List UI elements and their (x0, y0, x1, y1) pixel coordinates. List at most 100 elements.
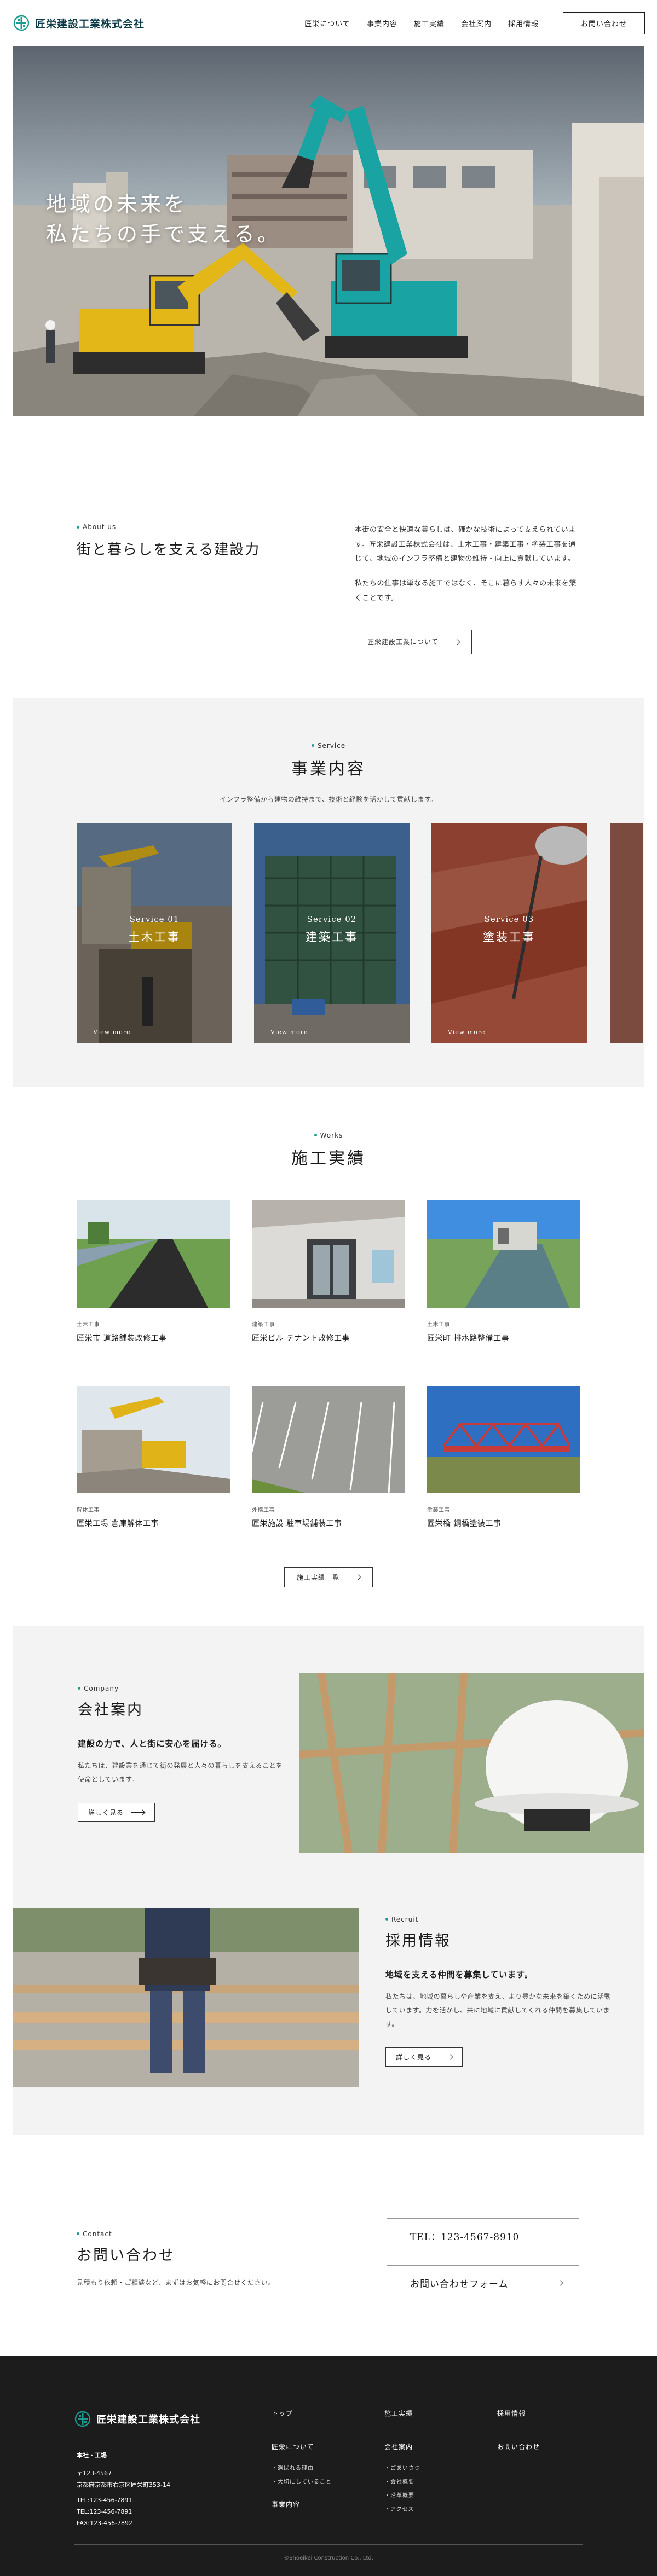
work-item-bridge-image (427, 1385, 580, 1493)
service-carousel: Service 01 土木工事 View more Service 02 建築工… (77, 823, 587, 1043)
nav-link-recruit[interactable]: 採用情報 (508, 18, 539, 28)
footer-nav-col-3: 採用情報 お問い合わせ (497, 2409, 540, 2463)
service-eyebrow-text: Service (317, 741, 346, 750)
service-eyebrow: Service (13, 742, 644, 750)
work-item-tenant-title: 匠栄ビル テナント改修工事 (252, 1333, 350, 1343)
service-card-painting-title: 塗装工事 (483, 930, 535, 944)
footer-link-overview[interactable]: ・会社概要 (384, 2477, 420, 2485)
dot-icon (78, 1687, 80, 1690)
about-paragraph-2: 私たちの仕事は単なる施工ではなく、そこに暮らす人々の未来を築くことです。 (355, 579, 577, 602)
footer-link-service[interactable]: 事業内容 (272, 2499, 332, 2509)
about-eyebrow: About us (77, 523, 260, 531)
recruit-body: 私たちは、地域の暮らしや産業を支え、より豊かな未来を築くために活動しています。力… (385, 1992, 612, 2028)
footer-link-greeting[interactable]: ・ごあいさつ (384, 2463, 420, 2471)
work-item-tenant-category: 建築工事 (252, 1321, 275, 1328)
footer-link-values[interactable]: ・大切にしていること (272, 2477, 332, 2485)
service-card-painting-number: Service 03 (484, 914, 534, 924)
about-eyebrow-text: About us (83, 523, 117, 531)
footer-link-company[interactable]: 会社案内 (384, 2442, 420, 2451)
dot-icon (314, 1134, 317, 1137)
dot-icon (311, 744, 314, 747)
contact-section: Contact お問い合わせ 見積もり依頼・ご相談など、まずはお気軽にお問合せく… (0, 2135, 657, 2356)
footer-fax: FAX:123-456-7892 (77, 2520, 133, 2527)
work-item-demolition-image (77, 1385, 230, 1493)
footer-link-contact[interactable]: お問い合わせ (497, 2442, 540, 2451)
recruit-lead: 地域を支える仲間を募集しています。 (385, 1969, 533, 1980)
company-eyebrow: Company (78, 1685, 286, 1692)
recruit-title: 採用情報 (385, 1932, 451, 1950)
work-item-demolition-title: 匠栄工場 倉庫解体工事 (77, 1519, 159, 1528)
work-item-tenant[interactable]: 建築工事 匠栄ビル テナント改修工事 (252, 1200, 405, 1343)
nav-link-service[interactable]: 事業内容 (367, 18, 397, 28)
contact-tel-link[interactable]: TEL：123-4567-8910 (387, 2218, 579, 2254)
logo-icon (74, 2411, 91, 2427)
recruit-more-button[interactable]: 詳しく見る (385, 2047, 463, 2067)
service-card-next-peek[interactable] (610, 823, 643, 1043)
work-item-road-category: 土木工事 (77, 1321, 100, 1328)
about-more-button[interactable]: 匠栄建設工業について (355, 630, 472, 654)
work-item-demolition[interactable]: 解体工事 匠栄工場 倉庫解体工事 (77, 1385, 230, 1529)
footer-zip: 〒123-4567 (77, 2469, 112, 2477)
work-item-road-title: 匠栄市 道路舗装改修工事 (77, 1333, 167, 1343)
footer-link-history[interactable]: ・沿革概要 (384, 2491, 420, 2499)
work-item-road[interactable]: 土木工事 匠栄市 道路舗装改修工事 (77, 1200, 230, 1343)
footer-nav-col-1: トップ 匠栄について ・選ばれる理由 ・大切にしていること 事業内容 (272, 2409, 332, 2509)
footer-link-reasons[interactable]: ・選ばれる理由 (272, 2463, 332, 2471)
work-item-bridge[interactable]: 塗装工事 匠栄橋 鋼橋塗装工事 (427, 1385, 580, 1529)
nav-link-company[interactable]: 会社案内 (461, 18, 492, 28)
nav-link-about[interactable]: 匠栄について (304, 18, 350, 28)
nav-link-works[interactable]: 施工実績 (414, 18, 445, 28)
contact-eyebrow: Contact (77, 2230, 275, 2238)
works-section: Works 施工実績 土木工事 匠栄市 道路舗装改修工事 建築工事 匠栄ビル テ… (0, 1087, 657, 1626)
footer-link-recruit[interactable]: 採用情報 (497, 2409, 540, 2418)
arrow-right-icon (131, 1812, 145, 1813)
about-more-button-label: 匠栄建設工業について (367, 638, 439, 646)
footer-address-line: 京都府京都市右京区匠栄町353-14 (77, 2481, 170, 2488)
service-card-civil-title: 土木工事 (128, 930, 181, 944)
work-item-drain[interactable]: 土木工事 匠栄町 排水路整備工事 (427, 1200, 580, 1343)
site-footer: 匠栄建設工業株式会社 本社・工場 〒123-4567 京都府京都市右京区匠栄町3… (0, 2355, 657, 2576)
service-card-civil[interactable]: Service 01 土木工事 View more (77, 823, 232, 1043)
footer-divider (74, 2544, 583, 2545)
footer-nav-col-2: 施工実績 会社案内 ・ごあいさつ ・会社概要 ・沿革概要 ・アクセス (384, 2409, 420, 2518)
logo-icon (13, 15, 30, 31)
site-header: 匠栄建設工業株式会社 匠栄について 事業内容 施工実績 会社案内 採用情報 お問… (0, 0, 657, 46)
service-subtitle: インフラ整備から建物の維持まで、技術と経験を活かして貢献します。 (220, 795, 437, 803)
service-section: Service 事業内容 インフラ整備から建物の維持まで、技術と経験を活かして貢… (13, 698, 644, 1087)
company-more-button-label: 詳しく見る (88, 1809, 124, 1817)
works-list-button[interactable]: 施工実績一覧 (284, 1567, 373, 1587)
footer-link-access[interactable]: ・アクセス (384, 2504, 420, 2513)
service-card-building-title: 建築工事 (306, 930, 358, 944)
company-eyebrow-text: Company (84, 1684, 119, 1692)
contact-title: お問い合わせ (77, 2247, 175, 2264)
work-item-drain-title: 匠栄町 排水路整備工事 (427, 1333, 509, 1343)
site-logo[interactable]: 匠栄建設工業株式会社 (13, 15, 145, 31)
contact-subtitle: 見積もり依頼・ご相談など、まずはお気軽にお問合せください。 (77, 2278, 275, 2287)
company-image (299, 1672, 644, 1853)
service-card-civil-more: View more (93, 1028, 131, 1036)
header-contact-button[interactable]: お問い合わせ (562, 11, 645, 34)
company-more-button[interactable]: 詳しく見る (78, 1803, 155, 1823)
footer-tel-2: TEL:123-456-7891 (77, 2508, 132, 2516)
company-recruit-section: Company 会社案内 建設の力で、人と街に安心を届ける。 私たちは、建設業を… (13, 1625, 644, 2135)
work-item-parking[interactable]: 外構工事 匠栄施設 駐車場舗装工事 (252, 1385, 405, 1529)
footer-link-top[interactable]: トップ (272, 2409, 332, 2418)
hero-headline-line2: 私たちの手で支える。 (46, 222, 281, 247)
dot-icon (385, 1918, 388, 1921)
footer-logo[interactable]: 匠栄建設工業株式会社 (74, 2411, 200, 2427)
service-card-painting-more: View more (448, 1028, 486, 1036)
about-paragraph-1: 本街の安全と快適な暮らしは、確かな技術によって支えられています。匠栄建設工業株式… (355, 526, 576, 564)
hero-headline-line1: 地域の未来を (46, 192, 188, 216)
work-item-parking-category: 外構工事 (252, 1507, 275, 1513)
service-card-painting[interactable]: Service 03 塗装工事 View more (431, 823, 587, 1043)
service-title: 事業内容 (291, 759, 366, 779)
work-item-parking-title: 匠栄施設 駐車場舗装工事 (252, 1519, 342, 1528)
company-lead: 建設の力で、人と街に安心を届ける。 (78, 1738, 227, 1749)
service-card-building[interactable]: Service 02 建築工事 View more (254, 823, 410, 1043)
footer-link-works[interactable]: 施工実績 (384, 2409, 420, 2418)
logo-text: 匠栄建設工業株式会社 (35, 18, 145, 30)
contact-form-button[interactable]: お問い合わせフォーム (387, 2265, 579, 2301)
footer-link-about[interactable]: 匠栄について (272, 2442, 332, 2451)
company-title: 会社案内 (78, 1701, 143, 1719)
contact-form-button-label: お問い合わせフォーム (410, 2279, 509, 2290)
